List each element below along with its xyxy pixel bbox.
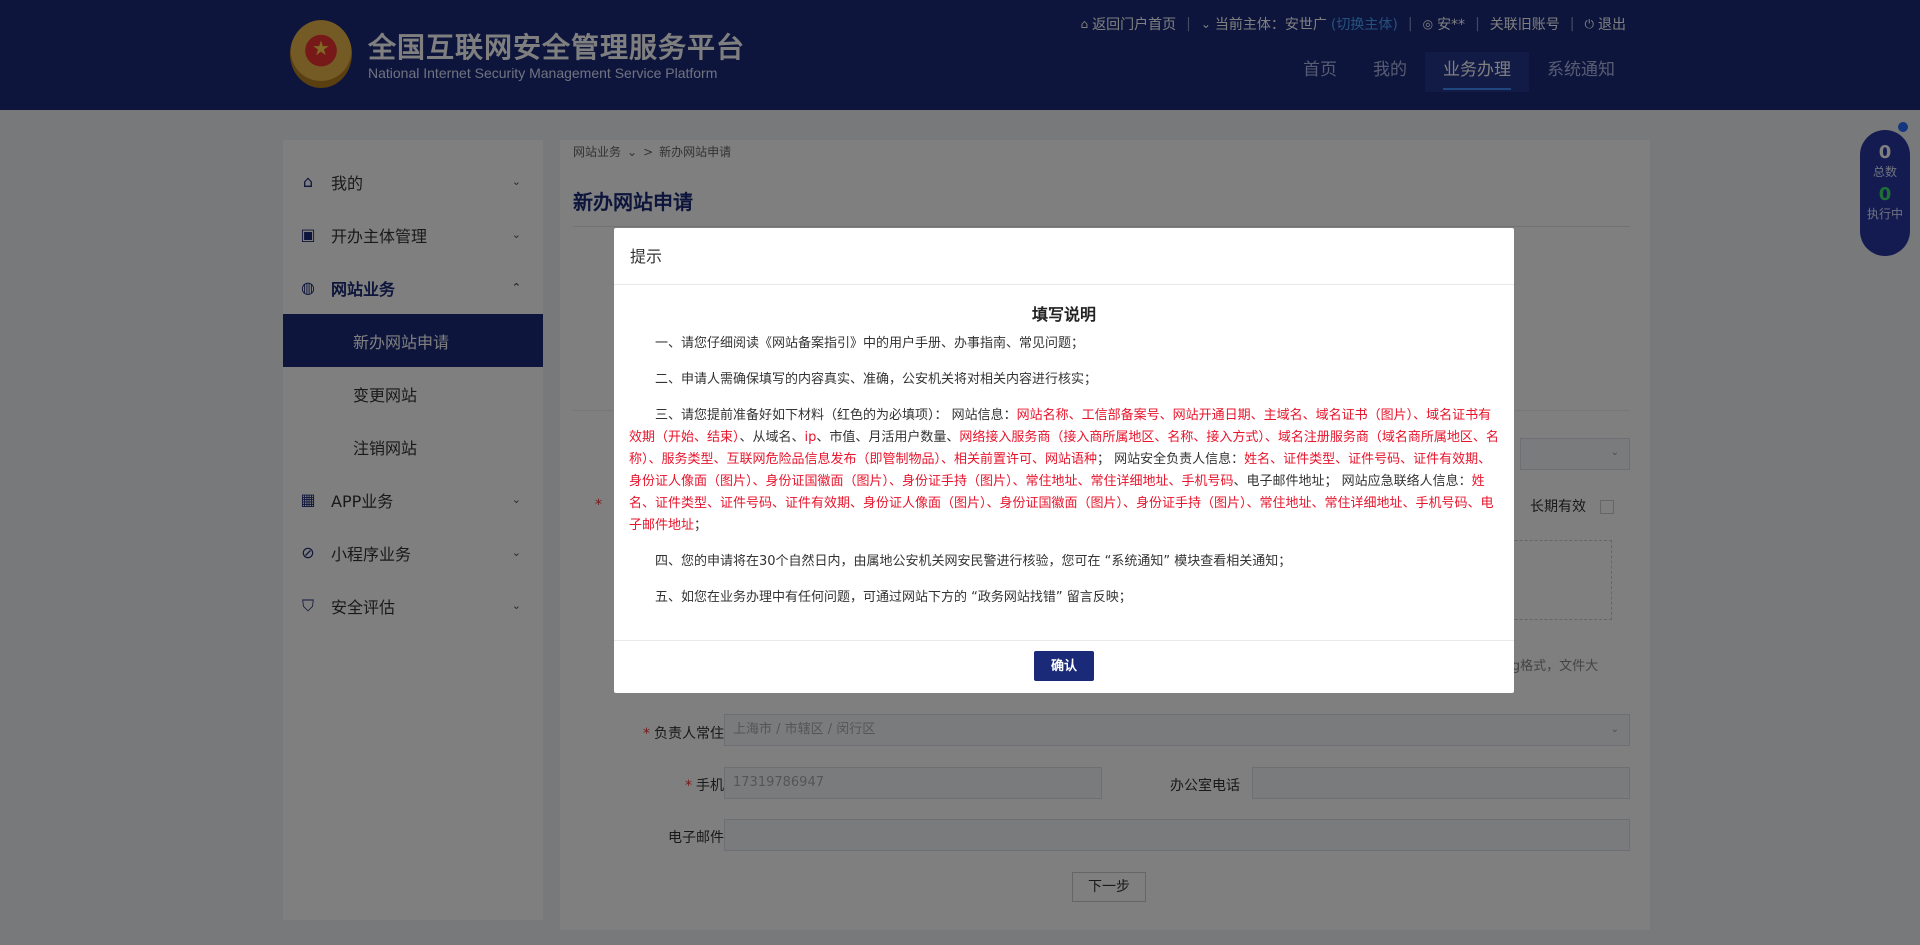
instruction-2: 二、申请人需确保填写的内容真实、准确，公安机关将对相关内容进行核实； — [655, 372, 1098, 387]
dialog-footer: 确认 — [614, 640, 1514, 693]
dialog-body: 填写说明 一、请您仔细阅读《网站备案指引》中的用户手册、办事指南、常见问题； 二… — [614, 285, 1514, 635]
instruction-5: 五、如您在业务办理中有任何问题，可通过网站下方的 “政务网站找错” 留言反映； — [655, 590, 1132, 605]
notice-dialog: 提示 填写说明 一、请您仔细阅读《网站备案指引》中的用户手册、办事指南、常见问题… — [614, 228, 1514, 693]
instruction-4: 四、您的申请将在30个自然日内，由属地公安机关网安民警进行核验，您可在 “系统通… — [655, 554, 1292, 569]
confirm-button[interactable]: 确认 — [1034, 651, 1094, 681]
dialog-header: 提示 — [614, 228, 1514, 285]
instruction-3: 三、请您提前准备好如下材料（红色的为必填项）： 网站信息：网站名称、工信部备案号… — [629, 408, 1499, 533]
instruction-1: 一、请您仔细阅读《网站备案指引》中的用户手册、办事指南、常见问题； — [655, 336, 1085, 351]
dialog-title: 填写说明 — [1031, 305, 1096, 324]
